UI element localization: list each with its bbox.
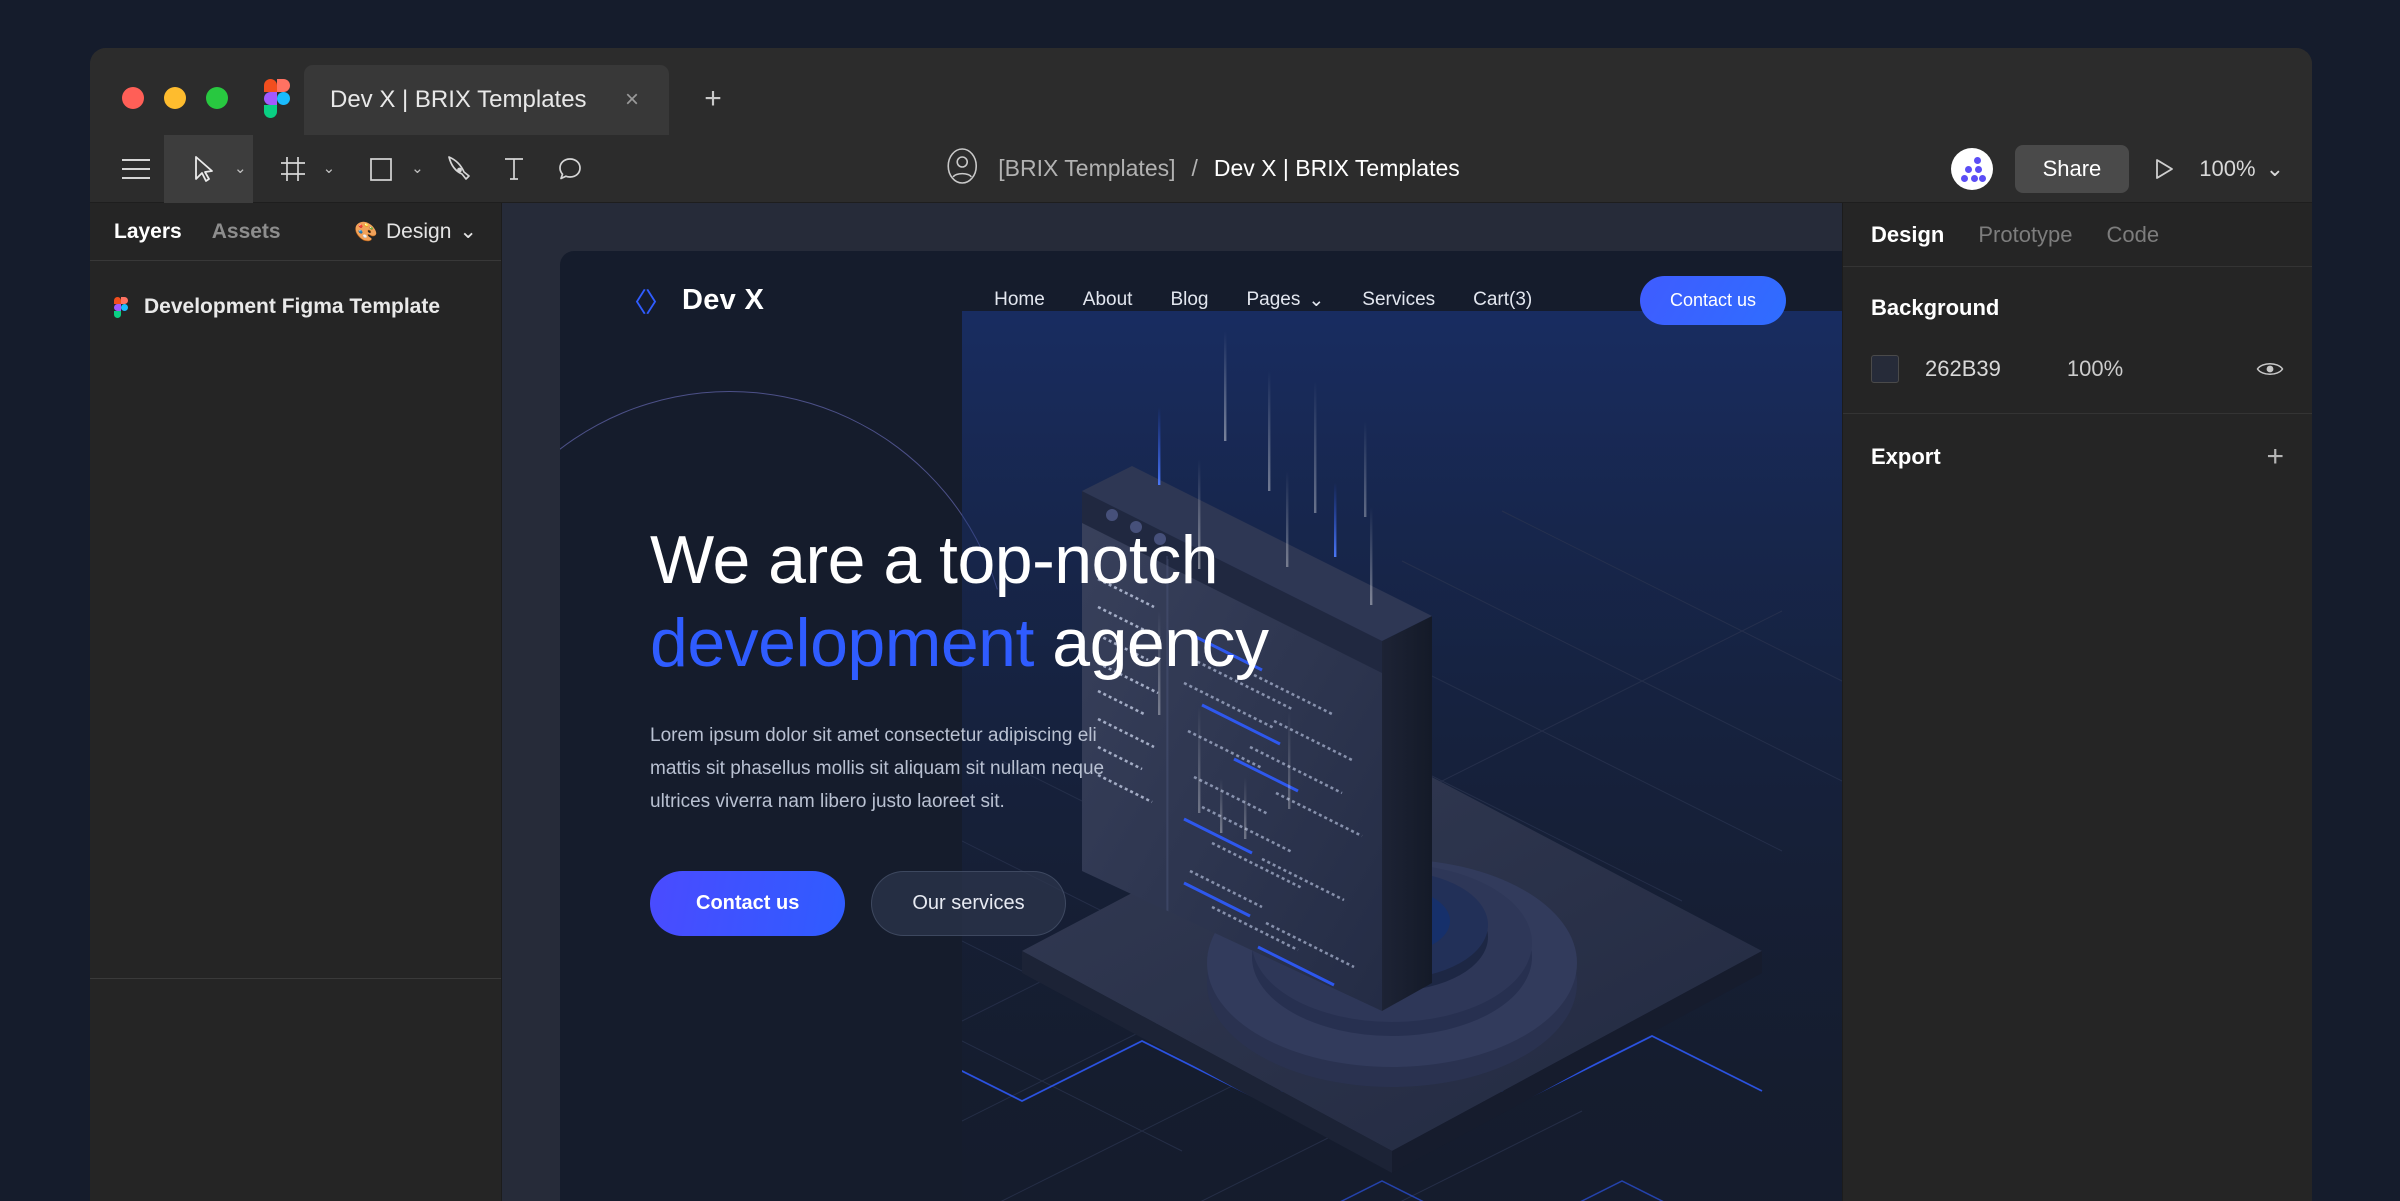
user-avatar-icon <box>942 146 982 191</box>
nav-link-label: Cart(3) <box>1473 289 1533 310</box>
visibility-toggle-eye-icon[interactable] <box>2256 359 2284 379</box>
design-file-menu[interactable]: 🎨 Design ⌄ <box>354 219 477 244</box>
share-button[interactable]: Share <box>2014 144 2130 193</box>
text-tool[interactable] <box>486 135 542 203</box>
new-tab-button[interactable]: + <box>691 77 735 121</box>
right-sidebar: Design Prototype Code Background 262B39 … <box>1842 203 2312 1201</box>
window-controls <box>90 87 228 135</box>
nav-link-label: About <box>1082 289 1133 310</box>
move-tool-caret-icon[interactable]: ⌄ <box>234 161 247 176</box>
hero-heading-accent: development <box>650 604 1034 681</box>
close-window-button[interactable] <box>122 87 144 109</box>
nav-link-pages[interactable]: Pages ⌄ <box>1246 289 1324 312</box>
comment-icon <box>557 156 583 182</box>
tab-code[interactable]: Code <box>2107 222 2160 248</box>
nav-link-label: Blog <box>1170 289 1209 310</box>
background-section-title: Background <box>1871 295 2000 320</box>
export-section: Export + <box>1843 414 2312 500</box>
background-hex-value[interactable]: 262B39 <box>1925 356 2001 382</box>
breadcrumb-project[interactable]: [BRIX Templates] <box>998 155 1175 182</box>
hero-heading-tail: agency <box>1033 604 1269 681</box>
breadcrumb-separator: / <box>1191 155 1198 181</box>
left-sidebar-tabs: Layers Assets 🎨 Design ⌄ <box>90 203 501 261</box>
browser-tab[interactable]: Dev X | BRIX Templates × <box>304 65 669 135</box>
site-nav-links: Home About Blog Pages ⌄ Services Cart(3) <box>994 289 1532 312</box>
nav-link-cart[interactable]: Cart(3) <box>1473 289 1532 311</box>
move-tool[interactable]: ⌄ <box>164 134 253 203</box>
figma-app-window: Dev X | BRIX Templates × + ⌄ ⌄ ⌄ [BRIX T… <box>90 48 2312 1201</box>
avatar[interactable] <box>1950 147 1993 190</box>
frame-icon <box>265 135 321 203</box>
add-export-button[interactable]: + <box>2266 442 2284 472</box>
figma-logo-icon <box>264 79 290 118</box>
site-logo-text: Dev X <box>682 283 765 316</box>
nav-link-home[interactable]: Home <box>994 289 1045 311</box>
nav-link-blog[interactable]: Blog <box>1170 289 1208 311</box>
website-frame: 〈〉 Dev X Home About Blog Pages ⌄ Service… <box>560 251 1842 1201</box>
app-body: Layers Assets 🎨 Design ⌄ Development Fig… <box>90 203 2312 1201</box>
hero-heading-line1: We are a top-notch <box>650 522 1219 598</box>
design-canvas[interactable]: 〈〉 Dev X Home About Blog Pages ⌄ Service… <box>502 203 1842 1201</box>
breadcrumb[interactable]: [BRIX Templates] / Dev X | BRIX Template… <box>942 146 1460 191</box>
frame-tool-caret-icon[interactable]: ⌄ <box>323 161 336 176</box>
figma-file-icon <box>114 296 128 318</box>
color-swatch[interactable] <box>1871 355 1899 383</box>
layer-name: Development Figma Template <box>144 295 441 318</box>
rectangle-icon <box>353 135 409 203</box>
figma-toolbar: ⌄ ⌄ ⌄ [BRIX Templates] / Dev X | BRIX Te… <box>90 134 2312 203</box>
tab-title: Dev X | BRIX Templates <box>330 86 587 113</box>
nav-link-services[interactable]: Services <box>1362 289 1435 311</box>
minimize-window-button[interactable] <box>164 87 186 109</box>
website-navbar: 〈〉 Dev X Home About Blog Pages ⌄ Service… <box>560 251 1842 349</box>
list-item[interactable]: Development Figma Template <box>90 281 501 333</box>
tab-layers[interactable]: Layers <box>114 220 182 244</box>
tab-prototype[interactable]: Prototype <box>1978 222 2072 248</box>
zoom-control[interactable]: 100% ⌄ <box>2199 156 2290 182</box>
background-section: Background 262B39 100% <box>1843 267 2312 414</box>
pen-icon <box>445 155 471 183</box>
palette-icon: 🎨 <box>354 221 379 243</box>
site-logo[interactable]: 〈〉 Dev X <box>620 281 764 320</box>
window-titlebar: Dev X | BRIX Templates × + <box>90 48 2312 135</box>
background-opacity-value[interactable]: 100% <box>2067 356 2123 382</box>
chevron-down-icon: ⌄ <box>1308 289 1325 311</box>
shape-tool-caret-icon[interactable]: ⌄ <box>411 161 424 176</box>
code-brackets-icon: 〈〉 <box>620 287 672 318</box>
hero-section: We are a top-notch development agency Lo… <box>560 349 1842 936</box>
comment-tool[interactable] <box>542 135 598 203</box>
zoom-level-label: 100% <box>2199 155 2256 181</box>
nav-link-label: Pages <box>1246 289 1301 310</box>
tab-assets[interactable]: Assets <box>212 220 281 244</box>
main-menu-icon[interactable] <box>108 135 164 203</box>
pen-tool[interactable] <box>430 135 486 203</box>
frame-tool[interactable]: ⌄ <box>253 135 342 203</box>
toolbar-right-group: Share 100% ⌄ <box>1950 144 2290 193</box>
nav-link-about[interactable]: About <box>1083 289 1133 311</box>
breadcrumb-file[interactable]: Dev X | BRIX Templates <box>1214 155 1460 182</box>
chevron-down-icon[interactable]: ⌄ <box>459 219 477 244</box>
close-tab-icon[interactable]: × <box>617 85 647 115</box>
maximize-window-button[interactable] <box>206 87 228 109</box>
hero-our-services-button[interactable]: Our services <box>871 870 1066 936</box>
hero-heading: We are a top-notch development agency <box>650 519 1842 685</box>
nav-contact-us-button[interactable]: Contact us <box>1639 275 1786 325</box>
text-icon <box>502 156 526 182</box>
present-button[interactable] <box>2151 156 2177 182</box>
tab-design[interactable]: Design <box>1871 222 1944 248</box>
hero-contact-us-button[interactable]: Contact us <box>650 870 846 936</box>
export-section-title: Export <box>1871 444 1941 469</box>
hero-buttons: Contact us Our services <box>650 870 1842 936</box>
nav-link-label: Services <box>1362 289 1436 310</box>
sidebar-divider <box>90 978 501 979</box>
shape-tool[interactable]: ⌄ <box>341 135 430 203</box>
nav-link-label: Home <box>994 289 1045 310</box>
left-sidebar: Layers Assets 🎨 Design ⌄ Development Fig… <box>90 203 502 1201</box>
hero-paragraph: Lorem ipsum dolor sit amet consectetur a… <box>650 724 1105 813</box>
background-color-row: 262B39 100% <box>1871 355 2284 383</box>
chevron-down-icon[interactable]: ⌄ <box>2266 156 2284 182</box>
design-menu-label: Design <box>386 219 452 243</box>
cursor-icon <box>176 135 232 203</box>
right-sidebar-tabs: Design Prototype Code <box>1843 203 2312 267</box>
